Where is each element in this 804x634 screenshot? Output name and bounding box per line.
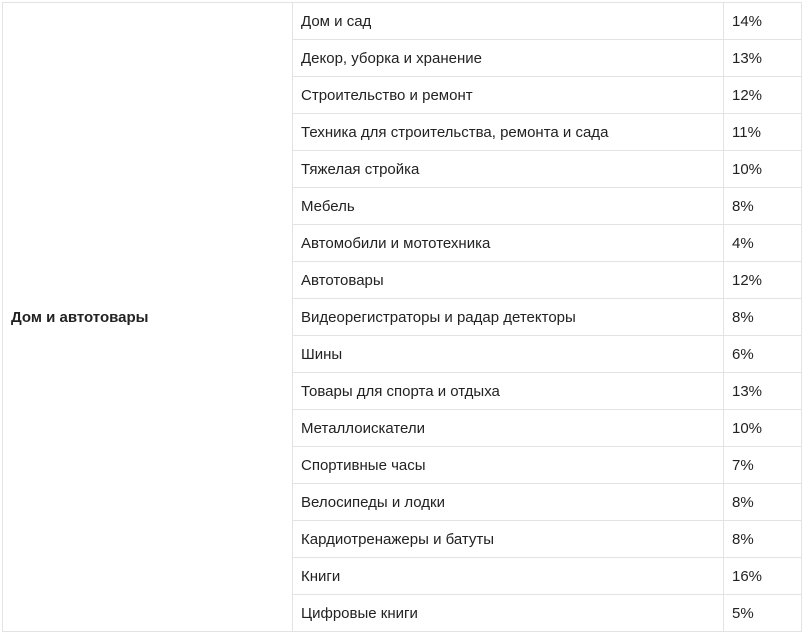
category-cell: Строительство и ремонт xyxy=(292,76,724,114)
rate-cell: 8% xyxy=(723,187,802,225)
table-row: Дом и автотовары Дом и сад 14% xyxy=(2,2,802,632)
rate-cell: 7% xyxy=(723,446,802,484)
rate-cell: 14% xyxy=(723,2,802,40)
rate-cell: 5% xyxy=(723,594,802,632)
rate-cell: 13% xyxy=(723,372,802,410)
category-cell: Цифровые книги xyxy=(292,594,724,632)
group-label: Дом и автотовары xyxy=(2,2,293,632)
rate-cell: 16% xyxy=(723,557,802,595)
category-cell: Тяжелая стройка xyxy=(292,150,724,188)
category-cell: Дом и сад xyxy=(292,2,724,40)
category-cell: Металлоискатели xyxy=(292,409,724,447)
category-cell: Кардиотренажеры и батуты xyxy=(292,520,724,558)
rate-cell: 8% xyxy=(723,298,802,336)
commission-table: Дом и автотовары Дом и сад 14% Декор, уб… xyxy=(2,2,802,632)
rate-cell: 11% xyxy=(723,113,802,151)
rate-cell: 6% xyxy=(723,335,802,373)
rate-cell: 13% xyxy=(723,39,802,77)
category-cell: Товары для спорта и отдыха xyxy=(292,372,724,410)
category-cell: Мебель xyxy=(292,187,724,225)
rate-cell: 10% xyxy=(723,150,802,188)
rate-cell: 4% xyxy=(723,224,802,262)
category-cell: Автотовары xyxy=(292,261,724,299)
category-cell: Книги xyxy=(292,557,724,595)
category-cell: Шины xyxy=(292,335,724,373)
category-cell: Техника для строительства, ремонта и сад… xyxy=(292,113,724,151)
category-cell: Спортивные часы xyxy=(292,446,724,484)
rate-cell: 8% xyxy=(723,483,802,521)
category-cell: Видеорегистраторы и радар детекторы xyxy=(292,298,724,336)
rate-cell: 12% xyxy=(723,261,802,299)
table-body: Дом и автотовары Дом и сад 14% Декор, уб… xyxy=(2,2,802,632)
category-cell: Автомобили и мототехника xyxy=(292,224,724,262)
rate-cell: 8% xyxy=(723,520,802,558)
category-cell: Велосипеды и лодки xyxy=(292,483,724,521)
category-cell: Декор, уборка и хранение xyxy=(292,39,724,77)
rate-cell: 10% xyxy=(723,409,802,447)
rate-cell: 12% xyxy=(723,76,802,114)
